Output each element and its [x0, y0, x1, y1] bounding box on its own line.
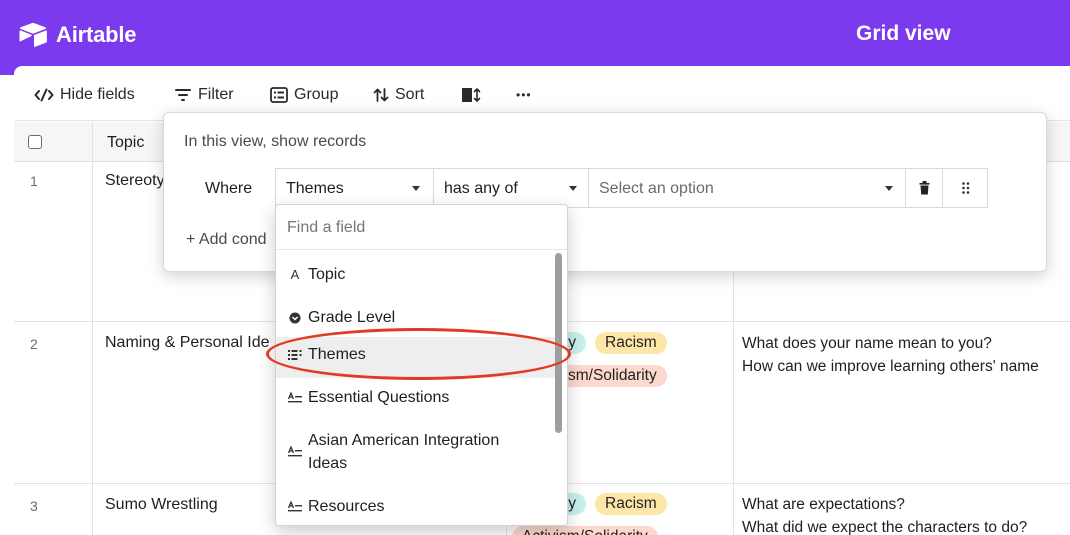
filter-value-select[interactable]: Select an option — [588, 168, 906, 208]
group-button[interactable]: Group — [270, 84, 338, 106]
field-option-themes[interactable]: Themes — [276, 337, 556, 378]
filter-where-label: Where — [205, 180, 253, 197]
field-option-asian-american-integration-ideas[interactable]: Asian American Integration Ideas — [276, 429, 556, 479]
filter-field-select[interactable]: Themes — [275, 168, 434, 208]
theme-tag: sm/Solidarity — [558, 365, 667, 387]
airtable-logo[interactable]: Airtable — [18, 20, 137, 50]
hide-fields-icon — [34, 88, 54, 102]
trash-icon — [919, 181, 930, 195]
filter-value-placeholder: Select an option — [599, 180, 714, 197]
theme-tag: Racism — [595, 493, 667, 515]
filter-operator-value: has any of — [444, 180, 518, 197]
field-option-label: Resources — [308, 498, 385, 515]
app-name: Airtable — [56, 22, 137, 47]
view-title[interactable]: Grid view — [856, 22, 951, 46]
filter-label: Filter — [198, 86, 234, 103]
field-option-topic[interactable]: A Topic — [276, 257, 556, 293]
field-option-label: Grade Level — [308, 309, 396, 326]
long-text-icon — [288, 429, 302, 475]
caret-down-icon — [412, 186, 420, 191]
filter-operator-select[interactable]: has any of — [433, 168, 589, 208]
cell-question[interactable]: How can we improve learning others' name — [742, 356, 1039, 377]
column-divider — [92, 122, 93, 535]
field-option-label: Topic — [308, 266, 346, 283]
field-option-resources[interactable]: Resources — [276, 495, 556, 525]
delete-condition-button[interactable] — [905, 168, 943, 208]
filter-heading: In this view, show records — [184, 133, 367, 150]
single-select-icon — [288, 306, 302, 329]
drag-condition-handle[interactable] — [942, 168, 988, 208]
hide-fields-label: Hide fields — [60, 86, 135, 103]
theme-tag: Racism — [595, 332, 667, 354]
field-dropdown: A Topic Grade Level Themes Essential Que… — [275, 204, 568, 526]
cell-question[interactable]: What does your name mean to you? — [742, 333, 992, 354]
filter-button[interactable]: Filter — [174, 84, 234, 106]
cell-topic[interactable]: Naming & Personal Ide — [105, 334, 270, 352]
row-number: 2 — [30, 336, 38, 352]
long-text-icon — [288, 386, 302, 409]
long-text-icon — [288, 495, 302, 518]
field-option-label: Essential Questions — [308, 389, 450, 406]
row-number: 3 — [30, 498, 38, 514]
group-icon — [270, 87, 288, 103]
column-header-topic[interactable]: Topic — [107, 134, 144, 152]
caret-down-icon — [569, 186, 577, 191]
sort-icon — [373, 88, 389, 102]
hide-fields-button[interactable]: Hide fields — [34, 84, 135, 106]
multi-select-icon — [288, 343, 302, 366]
field-option-essential-questions[interactable]: Essential Questions — [276, 386, 556, 422]
filter-field-value: Themes — [286, 180, 344, 197]
filter-icon — [175, 89, 191, 101]
airtable-logo-icon — [19, 22, 47, 47]
more-options-button[interactable]: ••• — [516, 84, 532, 106]
row-height-icon — [462, 88, 481, 102]
cell-topic[interactable]: Sumo Wrestling — [105, 496, 218, 514]
cell-topic[interactable]: Stereoty — [105, 172, 165, 190]
row-number: 1 — [30, 173, 38, 189]
find-field-input[interactable] — [287, 219, 547, 237]
dropdown-divider — [276, 249, 567, 250]
cell-question[interactable]: What did we expect the characters to do? — [742, 517, 1027, 535]
sort-button[interactable]: Sort — [373, 84, 424, 106]
cell-question[interactable]: What are expectations? — [742, 494, 905, 515]
caret-down-icon — [885, 186, 893, 191]
drag-handle-icon — [962, 182, 970, 194]
dropdown-scrollbar[interactable] — [555, 253, 562, 433]
select-all-checkbox[interactable] — [28, 135, 42, 149]
field-option-grade-level[interactable]: Grade Level — [276, 300, 556, 336]
theme-tag: Activism/Solidarity — [512, 526, 658, 535]
field-option-label: Themes — [308, 346, 366, 363]
field-option-label: Asian American Integration Ideas — [308, 432, 500, 472]
group-label: Group — [294, 86, 339, 103]
top-bar: Airtable Grid view — [0, 0, 1070, 75]
add-condition-button[interactable]: + Add cond — [186, 231, 267, 249]
text-A-icon: A — [290, 267, 300, 282]
row-height-button[interactable] — [461, 84, 481, 106]
sort-label: Sort — [395, 86, 425, 103]
